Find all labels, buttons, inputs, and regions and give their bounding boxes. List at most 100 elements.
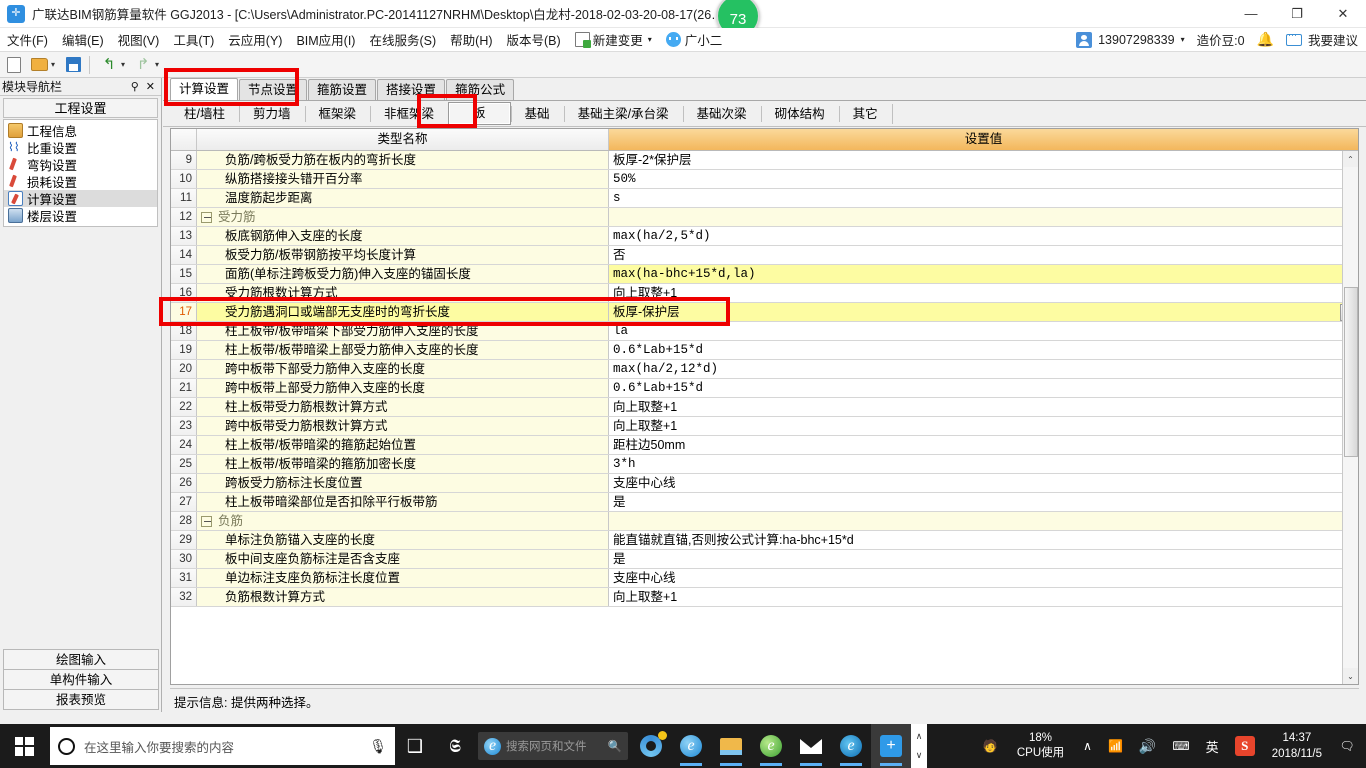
- table-row[interactable]: 29 单标注负筋锚入支座的长度 能直锚就直锚,否则按公式计算:ha-bhc+15…: [171, 531, 1358, 550]
- menu-item-file[interactable]: 文件(F): [0, 28, 55, 51]
- taskbar-app-glodon[interactable]: [871, 724, 911, 768]
- scrollbar-track[interactable]: [1342, 167, 1358, 668]
- tab-foundation-main-beam[interactable]: 基础主梁/承台梁: [563, 102, 683, 126]
- wifi-icon[interactable]: 📶: [1101, 724, 1130, 768]
- action-center-icon[interactable]: 🗨: [1332, 724, 1362, 768]
- row-setting-value[interactable]: max(ha-bhc+15*d,la): [609, 265, 1358, 283]
- assistant-button[interactable]: 广小二: [659, 28, 730, 51]
- taskbar-app-edge[interactable]: [831, 724, 871, 768]
- sidebar-item-weight-settings[interactable]: ⌇⌇ 比重设置: [4, 139, 157, 156]
- table-row[interactable]: 10 纵筋搭接接头错开百分率 50%: [171, 170, 1358, 189]
- sogou-ime-icon[interactable]: S: [1228, 724, 1262, 768]
- new-file-button[interactable]: [3, 54, 25, 76]
- save-button[interactable]: [62, 54, 84, 76]
- table-row[interactable]: 21 跨中板带上部受力筋伸入支座的长度 0.6*Lab+15*d: [171, 379, 1358, 398]
- table-row[interactable]: 15 面筋(单标注跨板受力筋)伸入支座的锚固长度 max(ha-bhc+15*d…: [171, 265, 1358, 284]
- row-setting-value[interactable]: 3*h: [609, 455, 1358, 473]
- table-row[interactable]: 23 跨中板带受力筋根数计算方式 向上取整+1: [171, 417, 1358, 436]
- grid-vertical-scrollbar[interactable]: ⌃ ⌄: [1342, 151, 1358, 684]
- sidebar-item-floor-settings[interactable]: 楼层设置: [4, 207, 157, 224]
- sidebar-item-project-info[interactable]: 工程信息: [4, 122, 157, 139]
- row-setting-value[interactable]: s: [609, 189, 1358, 207]
- row-setting-value[interactable]: 向上取整+1: [609, 588, 1358, 606]
- table-row[interactable]: 14 板受力筋/板带钢筋按平均长度计算 否: [171, 246, 1358, 265]
- undo-chevron-down-icon[interactable]: ▾: [121, 60, 125, 69]
- row-setting-value[interactable]: 向上取整+1: [609, 284, 1358, 302]
- row-setting-value[interactable]: 0.6*Lab+15*d: [609, 379, 1358, 397]
- account-number[interactable]: 13907298339: [1098, 33, 1174, 47]
- microphone-icon[interactable]: 🎙: [369, 738, 387, 755]
- table-row[interactable]: 31 单边标注支座负筋标注长度位置 支座中心线: [171, 569, 1358, 588]
- table-row[interactable]: 25 柱上板带/板带暗梁的箍筋加密长度 3*h: [171, 455, 1358, 474]
- start-button[interactable]: [0, 724, 48, 768]
- row-setting-value[interactable]: 距柱边50mm: [609, 436, 1358, 454]
- tab-column-wall[interactable]: 柱/墙柱: [170, 102, 239, 126]
- tab-non-frame-beam[interactable]: 非框架梁: [370, 102, 448, 126]
- people-icon[interactable]: 🧑: [976, 724, 1005, 768]
- tab-foundation[interactable]: 基础: [510, 102, 564, 126]
- table-row[interactable]: 18 柱上板带/板带暗梁下部受力筋伸入支座的长度 la: [171, 322, 1358, 341]
- table-row[interactable]: 22 柱上板带受力筋根数计算方式 向上取整+1: [171, 398, 1358, 417]
- row-setting-value[interactable]: 能直锚就直锚,否则按公式计算:ha-bhc+15*d: [609, 531, 1358, 549]
- draw-input-button[interactable]: 绘图输入: [3, 649, 159, 670]
- ime-language-indicator[interactable]: 英: [1199, 724, 1226, 768]
- row-setting-value[interactable]: max(ha/2,12*d): [609, 360, 1358, 378]
- sidebar-item-calc-settings[interactable]: 计算设置: [4, 190, 157, 207]
- row-setting-value[interactable]: 50%: [609, 170, 1358, 188]
- redo-button[interactable]: ↱: [132, 54, 154, 76]
- tab-slab[interactable]: 板: [448, 102, 511, 125]
- row-setting-value[interactable]: max(ha/2,5*d): [609, 227, 1358, 245]
- tab-stirrup-settings[interactable]: 箍筋设置: [308, 79, 377, 100]
- keyboard-icon[interactable]: ⌨: [1165, 724, 1196, 768]
- sidebar-item-hook-settings[interactable]: 弯钩设置: [4, 156, 157, 173]
- tab-shear-wall[interactable]: 剪力墙: [238, 102, 305, 126]
- table-row[interactable]: 20 跨中板带下部受力筋伸入支座的长度 max(ha/2,12*d): [171, 360, 1358, 379]
- account-chevron-down-icon[interactable]: ▾: [1181, 35, 1185, 44]
- suggest-label[interactable]: 我要建议: [1308, 30, 1358, 49]
- table-row[interactable]: 19 柱上板带/板带暗梁上部受力筋伸入支座的长度 0.6*Lab+15*d: [171, 341, 1358, 360]
- panel-close-icon[interactable]: ✕: [142, 80, 159, 93]
- minimize-button[interactable]: —: [1228, 0, 1274, 28]
- table-row-group[interactable]: 12 受力筋: [171, 208, 1358, 227]
- menu-item-tools[interactable]: 工具(T): [166, 28, 221, 51]
- menu-item-version[interactable]: 版本号(B): [500, 28, 568, 51]
- tab-masonry[interactable]: 砌体结构: [760, 102, 839, 126]
- taskbar-app-onenote[interactable]: 𝕾: [435, 724, 475, 768]
- scrollbar-thumb[interactable]: [1343, 287, 1358, 457]
- maximize-button[interactable]: ❐: [1274, 0, 1320, 28]
- sogou-search-box[interactable]: 搜索网页和文件 🔍: [478, 732, 628, 760]
- tab-other[interactable]: 其它: [838, 102, 892, 126]
- beans-label[interactable]: 造价豆:0: [1197, 30, 1245, 49]
- close-button[interactable]: ✕: [1320, 0, 1366, 28]
- table-row[interactable]: 11 温度筋起步距离 s: [171, 189, 1358, 208]
- tab-calc-settings[interactable]: 计算设置: [170, 78, 239, 100]
- table-row[interactable]: 27 柱上板带暗梁部位是否扣除平行板带筋 是: [171, 493, 1358, 512]
- row-setting-value[interactable]: 板厚-2*保护层: [609, 151, 1358, 169]
- scroll-up-icon[interactable]: ⌃: [1342, 151, 1358, 167]
- task-view-button[interactable]: ❑: [395, 724, 435, 768]
- table-row[interactable]: 13 板底钢筋伸入支座的长度 max(ha/2,5*d): [171, 227, 1358, 246]
- row-setting-value[interactable]: 否: [609, 246, 1358, 264]
- row-setting-value[interactable]: 支座中心线: [609, 474, 1358, 492]
- overflow-down-icon[interactable]: ∨: [916, 750, 923, 761]
- row-setting-value[interactable]: 支座中心线: [609, 569, 1358, 587]
- feedback-icon[interactable]: [1285, 30, 1302, 46]
- pin-icon[interactable]: ⚲: [128, 80, 142, 93]
- volume-icon[interactable]: 🔊: [1132, 724, 1163, 768]
- report-preview-button[interactable]: 报表预览: [3, 689, 159, 710]
- taskbar-app-ie[interactable]: [671, 724, 711, 768]
- taskbar-clock[interactable]: 14:37 2018/11/5: [1264, 730, 1330, 762]
- row-setting-value[interactable]: 向上取整+1: [609, 398, 1358, 416]
- tab-foundation-sub-beam[interactable]: 基础次梁: [682, 102, 761, 126]
- taskbar-overflow-scroller[interactable]: ∧ ∨: [911, 724, 927, 768]
- table-row-group[interactable]: 28 负筋: [171, 512, 1358, 531]
- table-row[interactable]: 24 柱上板带/板带暗梁的箍筋起始位置 距柱边50mm: [171, 436, 1358, 455]
- menu-item-edit[interactable]: 编辑(E): [55, 28, 111, 51]
- row-setting-value[interactable]: 0.6*Lab+15*d: [609, 341, 1358, 359]
- open-file-button[interactable]: [28, 54, 50, 76]
- open-chevron-down-icon[interactable]: ▾: [51, 60, 55, 69]
- taskbar-app-cortana[interactable]: [631, 724, 671, 768]
- tab-node-settings[interactable]: 节点设置: [239, 79, 308, 100]
- table-row[interactable]: 32 负筋根数计算方式 向上取整+1: [171, 588, 1358, 607]
- tab-lap-settings[interactable]: 搭接设置: [377, 79, 446, 100]
